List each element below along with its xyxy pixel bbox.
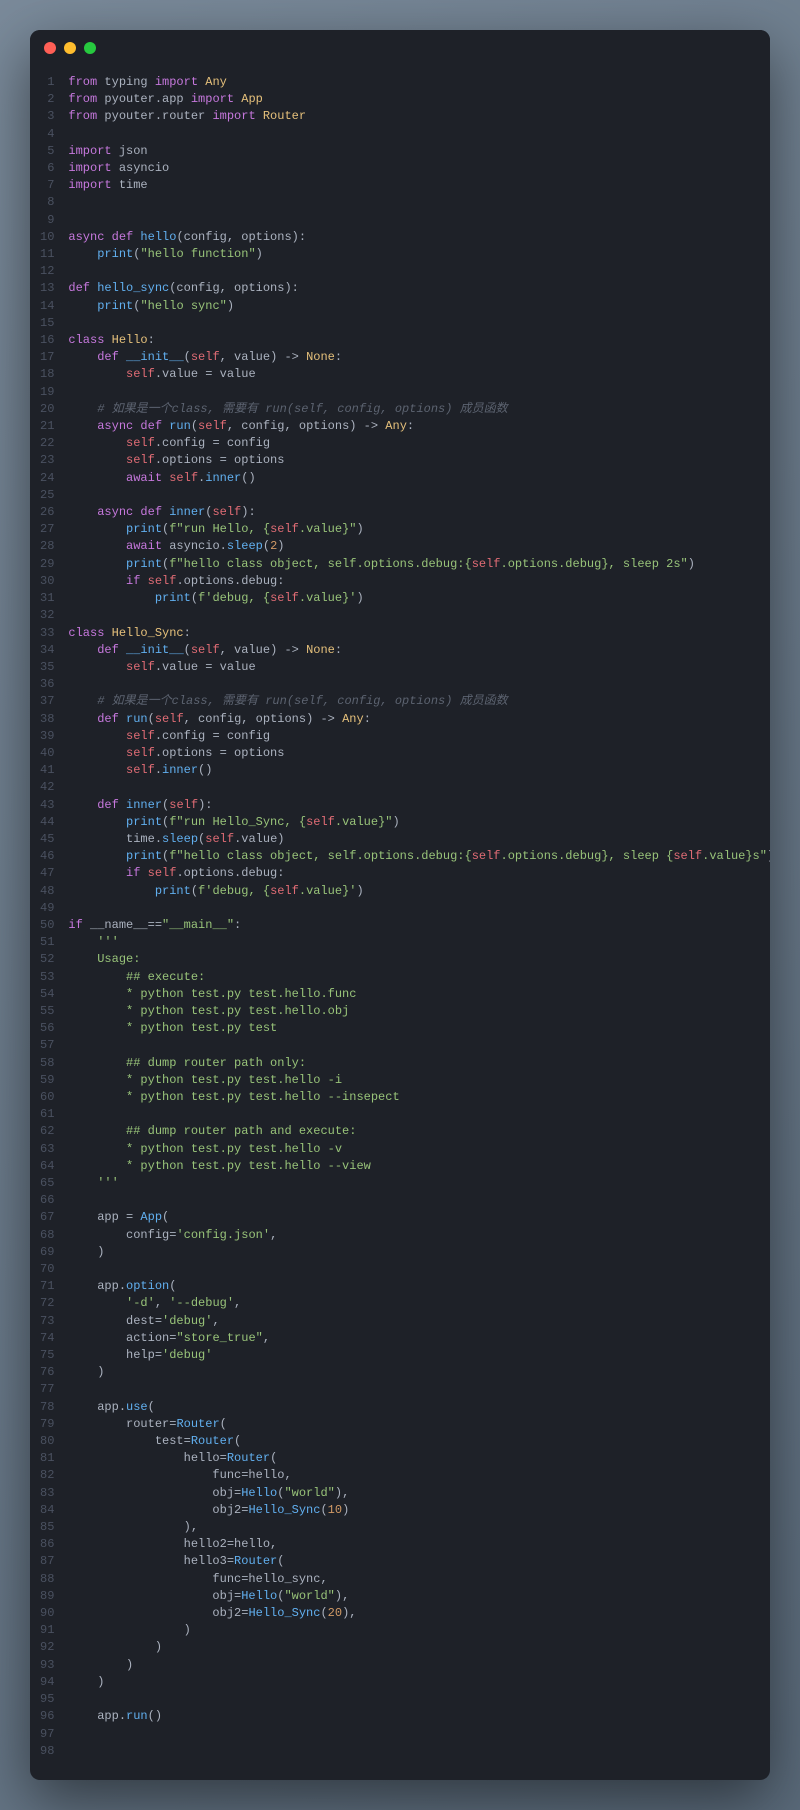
window-titlebar xyxy=(30,30,770,66)
code-content[interactable]: from typing import Any from pyouter.app … xyxy=(68,74,770,1760)
close-icon[interactable] xyxy=(44,42,56,54)
zoom-icon[interactable] xyxy=(84,42,96,54)
code-editor-window: 1 2 3 4 5 6 7 8 9 10 11 12 13 14 15 16 1… xyxy=(30,30,770,1780)
line-number-gutter: 1 2 3 4 5 6 7 8 9 10 11 12 13 14 15 16 1… xyxy=(30,74,68,1760)
code-editor[interactable]: 1 2 3 4 5 6 7 8 9 10 11 12 13 14 15 16 1… xyxy=(30,66,770,1780)
minimize-icon[interactable] xyxy=(64,42,76,54)
